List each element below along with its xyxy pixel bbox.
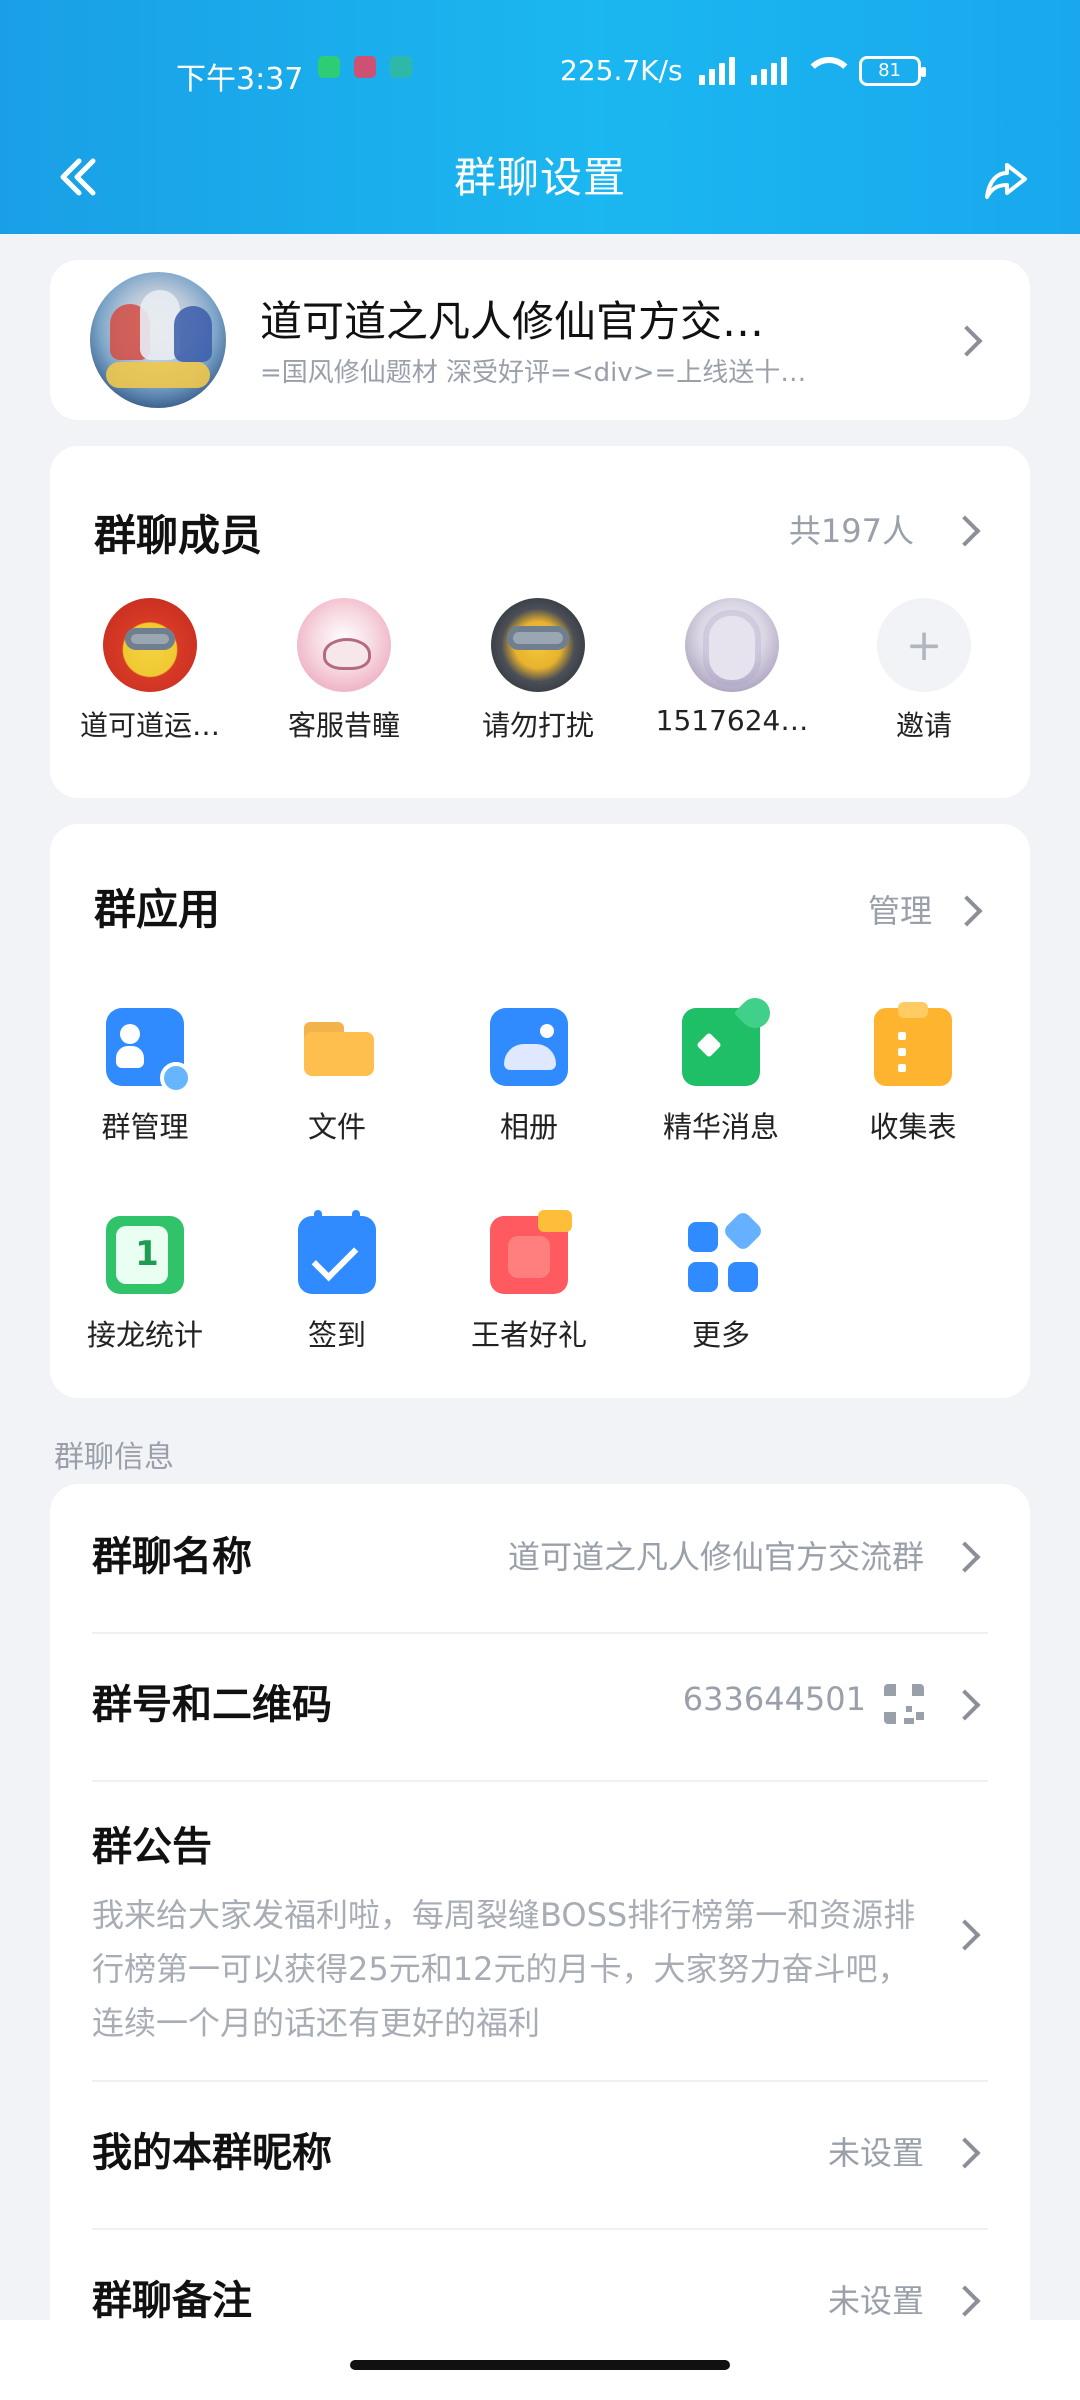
chevron-right-icon [949, 1541, 981, 1573]
signal-icon [698, 56, 735, 85]
group-description: =国风修仙题材 深受好评=<div>=上线送十… [260, 358, 807, 388]
relay-stats-icon [106, 1216, 184, 1294]
gear-icon [160, 1062, 192, 1094]
chevron-right-icon[interactable] [949, 515, 981, 547]
app-label: 更多 [691, 1318, 750, 1352]
app-label: 接龙统计 [86, 1318, 203, 1352]
group-name-row[interactable]: 群聊名称 道可道之凡人修仙官方交流群 [50, 1484, 1030, 1632]
row-label: 群号和二维码 [92, 1682, 332, 1728]
member-avatar [491, 598, 585, 692]
member-item[interactable]: 请勿打扰 [458, 598, 618, 744]
app-files[interactable]: 文件 [252, 1008, 422, 1146]
row-label: 群聊名称 [92, 1534, 252, 1580]
app-relay-stats[interactable]: 接龙统计 [60, 1216, 230, 1354]
app-king-gift[interactable]: 王者好礼 [444, 1210, 614, 1354]
manage-apps-link[interactable]: 管理 [868, 886, 932, 932]
form-icon [874, 1002, 952, 1086]
page-title: 群聊设置 [453, 153, 626, 202]
notice-text: 我来给大家发福利啦，每周裂缝BOSS排行榜第一和资源排行榜第一可以获得25元和1… [92, 1896, 916, 2042]
chevron-right-icon [949, 2285, 981, 2317]
essence-message-icon [682, 1008, 760, 1086]
more-apps-icon [682, 1216, 760, 1294]
network-speed: 225.7K/s [560, 54, 683, 87]
member-name: 客服昔瞳 [287, 709, 400, 742]
member-name: 请勿打扰 [481, 709, 594, 742]
member-item[interactable]: 客服昔瞳 [264, 598, 424, 744]
app-album[interactable]: 相册 [444, 1008, 614, 1146]
row-label: 群公告 [92, 1824, 212, 1870]
qr-code-icon [884, 1684, 924, 1724]
members-count[interactable]: 共197人 [789, 506, 914, 552]
battery-icon: 81 [858, 55, 926, 86]
folder-icon [298, 1008, 376, 1086]
group-chat-settings-screen: 下午3:37 225.7K/s 81 群聊设置 道可道之凡人修仙官方交… =国风… [0, 0, 1080, 2400]
group-notice-row[interactable]: 群公告 我来给大家发福利啦，每周裂缝BOSS排行榜第一和资源排行榜第一可以获得2… [50, 1780, 1030, 2080]
member-avatar [685, 598, 779, 692]
member-avatar [103, 598, 197, 692]
plus-icon: + [877, 598, 971, 692]
app-essence-messages[interactable]: 精华消息 [636, 1008, 806, 1146]
status-right: 225.7K/s 81 [560, 54, 926, 87]
app-form[interactable]: 收集表 [828, 1002, 998, 1146]
chevron-right-icon [949, 1919, 981, 1951]
app-label: 王者好礼 [470, 1318, 587, 1352]
group-info-card: 群聊名称 道可道之凡人修仙官方交流群 群号和二维码 633644501 群公告 … [50, 1484, 1030, 2400]
chevron-right-icon[interactable] [951, 895, 983, 927]
nav-bar: 群聊设置 [0, 134, 1080, 234]
status-time: 下午3:37 [176, 62, 304, 97]
row-value: 未设置 [827, 2134, 924, 2172]
row-label: 我的本群昵称 [92, 2130, 332, 2176]
notification-icon [318, 56, 340, 78]
app-label: 群管理 [101, 1110, 189, 1144]
app-more[interactable]: 更多 [636, 1216, 806, 1354]
album-icon [490, 1008, 568, 1086]
chevron-right-icon [949, 1689, 981, 1721]
group-name: 道可道之凡人修仙官方交… [260, 297, 765, 346]
status-bar: 下午3:37 225.7K/s 81 [0, 0, 1080, 140]
app-label: 签到 [307, 1318, 366, 1352]
group-apps-title: 群应用 [94, 885, 221, 934]
member-name: 1517624… [655, 704, 809, 737]
share-icon [985, 163, 1027, 199]
notification-icon [390, 56, 412, 78]
home-indicator[interactable] [350, 2360, 730, 2370]
group-profile-card[interactable]: 道可道之凡人修仙官方交… =国风修仙题材 深受好评=<div>=上线送十… [50, 260, 1030, 420]
king-gift-icon [490, 1210, 572, 1294]
member-item[interactable]: 道可道运… [70, 598, 230, 744]
member-avatar [297, 598, 391, 692]
header: 下午3:37 225.7K/s 81 群聊设置 [0, 0, 1080, 234]
signal-icon [750, 56, 787, 85]
status-notification-icons [318, 56, 412, 78]
battery-level: 81 [878, 60, 901, 81]
app-label: 精华消息 [662, 1110, 779, 1144]
app-checkin[interactable]: 签到 [252, 1210, 422, 1354]
row-value: 未设置 [827, 2282, 924, 2320]
group-info-section-label: 群聊信息 [54, 1440, 174, 1475]
row-value: 道可道之凡人修仙官方交流群 [507, 1538, 924, 1576]
app-label: 相册 [499, 1110, 558, 1144]
row-value: 633644501 [682, 1680, 866, 1718]
row-label: 群聊备注 [92, 2278, 252, 2324]
app-label: 文件 [307, 1110, 366, 1144]
app-group-manage[interactable]: 群管理 [60, 1008, 230, 1146]
member-name: 道可道运… [79, 709, 220, 742]
group-apps-card: 群应用 管理 群管理 文件 相册 精华消息 收集表 接龙统计 [50, 824, 1030, 1398]
checkin-icon [298, 1210, 376, 1294]
group-avatar [90, 272, 226, 408]
share-button[interactable] [972, 144, 1042, 214]
group-manage-icon [106, 1008, 192, 1094]
member-item[interactable]: 1517624… [652, 598, 812, 737]
members-title: 群聊成员 [94, 511, 263, 560]
my-group-nickname-row[interactable]: 我的本群昵称 未设置 [50, 2080, 1030, 2228]
invite-member-button[interactable]: + 邀请 [844, 598, 1004, 744]
group-number-row[interactable]: 群号和二维码 633644501 [50, 1632, 1030, 1780]
app-label: 收集表 [869, 1110, 957, 1144]
members-card: 群聊成员 共197人 道可道运… 客服昔瞳 请勿打扰 1517624… + 邀请 [50, 446, 1030, 798]
invite-label: 邀请 [895, 709, 952, 742]
wifi-icon [802, 56, 855, 85]
chevron-right-icon [949, 2137, 981, 2169]
notification-icon [354, 56, 376, 78]
